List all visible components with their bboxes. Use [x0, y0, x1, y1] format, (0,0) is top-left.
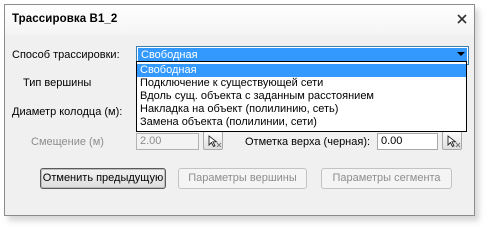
offset-pick-button[interactable]: [203, 131, 223, 150]
close-icon[interactable]: [454, 11, 470, 27]
offset-field[interactable]: 2.00: [136, 133, 199, 150]
vertex-params-button[interactable]: Параметры вершины: [178, 168, 307, 189]
dropdown-option-along-object[interactable]: Вдоль сущ. объекта с заданным расстояние…: [137, 90, 466, 103]
vertex-type-label: Тип вершины: [23, 77, 92, 89]
chevron-down-icon[interactable]: [457, 52, 465, 56]
title-bar[interactable]: Трассировка В1_2: [5, 5, 474, 35]
top-mark-field[interactable]: 0.00: [377, 133, 438, 150]
method-dropdown-list: Свободная Подключение к существующей сет…: [136, 61, 467, 132]
dropdown-option-replace-object[interactable]: Замена объекта (полилинии, сети): [137, 116, 466, 129]
segment-params-button[interactable]: Параметры сегмента: [321, 168, 452, 189]
well-diameter-label: Диаметр колодца (м):: [12, 106, 123, 118]
dropdown-option-free[interactable]: Свободная: [137, 64, 466, 77]
method-label: Способ трассировки:: [12, 49, 120, 61]
dropdown-option-overlay-object[interactable]: Накладка на объект (полилинию, сеть): [137, 103, 466, 116]
top-mark-pick-button[interactable]: [442, 131, 462, 150]
window-title: Трассировка В1_2: [12, 13, 118, 25]
offset-label: Смещение (м): [31, 136, 104, 148]
pick-point-icon: [208, 135, 222, 148]
undo-previous-button[interactable]: Отменить предыдущую: [40, 168, 166, 189]
pick-point-icon: [447, 135, 461, 148]
dropdown-option-connect-existing[interactable]: Подключение к существующей сети: [137, 77, 466, 90]
top-mark-label: Отметка верха (черная):: [245, 136, 371, 148]
